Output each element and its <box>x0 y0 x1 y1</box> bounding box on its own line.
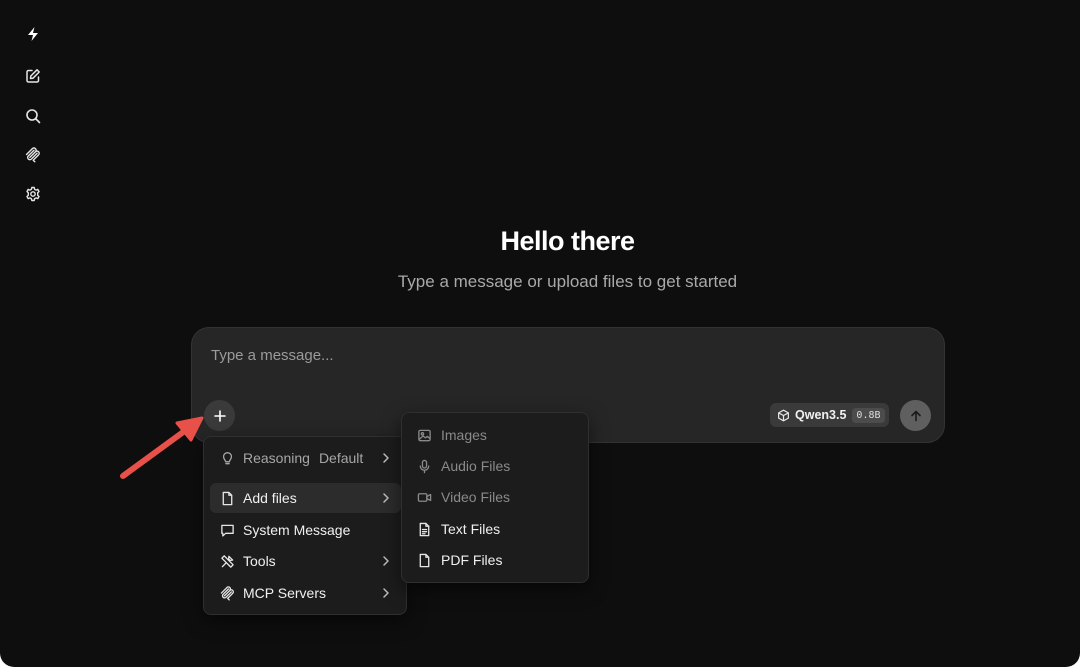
file-icon <box>222 491 232 505</box>
menu-item-label: System Message <box>243 522 351 538</box>
app-window: Hello there Type a message or upload fil… <box>0 0 1080 667</box>
chevron-right-icon <box>383 453 389 463</box>
submenu-item-text-files[interactable]: Text Files <box>408 515 583 543</box>
menu-item-label: Reasoning <box>243 450 310 466</box>
menu-item-mcp-servers[interactable]: MCP Servers <box>210 578 401 608</box>
video-icon <box>417 492 431 502</box>
add-files-submenu: Images Audio Files Video Files Text File… <box>401 412 589 583</box>
composer-menu: Reasoning Default Add files System Messa… <box>203 436 407 615</box>
file-icon <box>419 553 429 567</box>
bolt-logo-icon <box>28 27 38 41</box>
new-chat-button[interactable] <box>21 64 45 88</box>
submenu-item-label: PDF Files <box>441 552 503 568</box>
menu-item-tools[interactable]: Tools <box>210 546 401 576</box>
submenu-item-label: Text Files <box>441 521 501 537</box>
message-icon <box>220 524 234 537</box>
menu-item-label: MCP Servers <box>243 585 326 601</box>
image-icon <box>417 429 431 441</box>
edit-icon <box>26 69 40 83</box>
page-subtitle: Type a message or upload files to get st… <box>397 272 738 291</box>
submenu-item-label: Images <box>441 427 487 443</box>
model-selector[interactable]: Qwen3.5 0.8B <box>770 403 889 427</box>
submenu-item-images[interactable]: Images <box>408 421 583 449</box>
text-file-icon <box>419 522 429 536</box>
mcp-button[interactable] <box>21 143 45 167</box>
menu-item-label: Tools <box>243 553 276 569</box>
cube-icon <box>778 409 789 421</box>
submenu-item-label: Video Files <box>441 489 511 505</box>
model-size-badge: 0.8B <box>852 407 885 423</box>
chevron-right-icon <box>383 588 389 598</box>
mcp-icon <box>25 147 40 163</box>
message-input[interactable] <box>211 344 751 366</box>
chevron-right-icon <box>383 493 389 503</box>
model-name: Qwen3.5 <box>795 408 847 422</box>
arrow-up-icon <box>910 410 921 421</box>
search-icon <box>26 109 41 124</box>
page-title: Hello there <box>500 226 635 256</box>
settings-button[interactable] <box>21 182 45 206</box>
submenu-item-video-files[interactable]: Video Files <box>408 483 583 511</box>
chevron-right-icon <box>383 556 389 566</box>
send-button[interactable] <box>900 400 931 431</box>
menu-item-label: Add files <box>243 490 297 506</box>
reasoning-value: Default <box>318 450 364 466</box>
submenu-item-label: Audio Files <box>441 458 511 474</box>
menu-item-reasoning[interactable]: Reasoning Default <box>210 443 401 473</box>
plus-icon <box>213 409 226 422</box>
lightbulb-icon <box>222 451 232 464</box>
logo-button[interactable] <box>21 22 45 46</box>
mic-icon <box>419 459 429 473</box>
menu-item-system-message[interactable]: System Message <box>210 515 401 545</box>
annotation-arrow <box>120 416 204 479</box>
menu-item-add-files[interactable]: Add files <box>210 483 401 513</box>
gear-icon <box>26 186 40 202</box>
mcp-icon <box>220 585 234 601</box>
sidebar-rail <box>0 0 66 667</box>
search-button[interactable] <box>21 104 45 128</box>
submenu-item-pdf-files[interactable]: PDF Files <box>408 546 583 574</box>
submenu-item-audio-files[interactable]: Audio Files <box>408 452 583 480</box>
tools-icon <box>220 554 234 568</box>
